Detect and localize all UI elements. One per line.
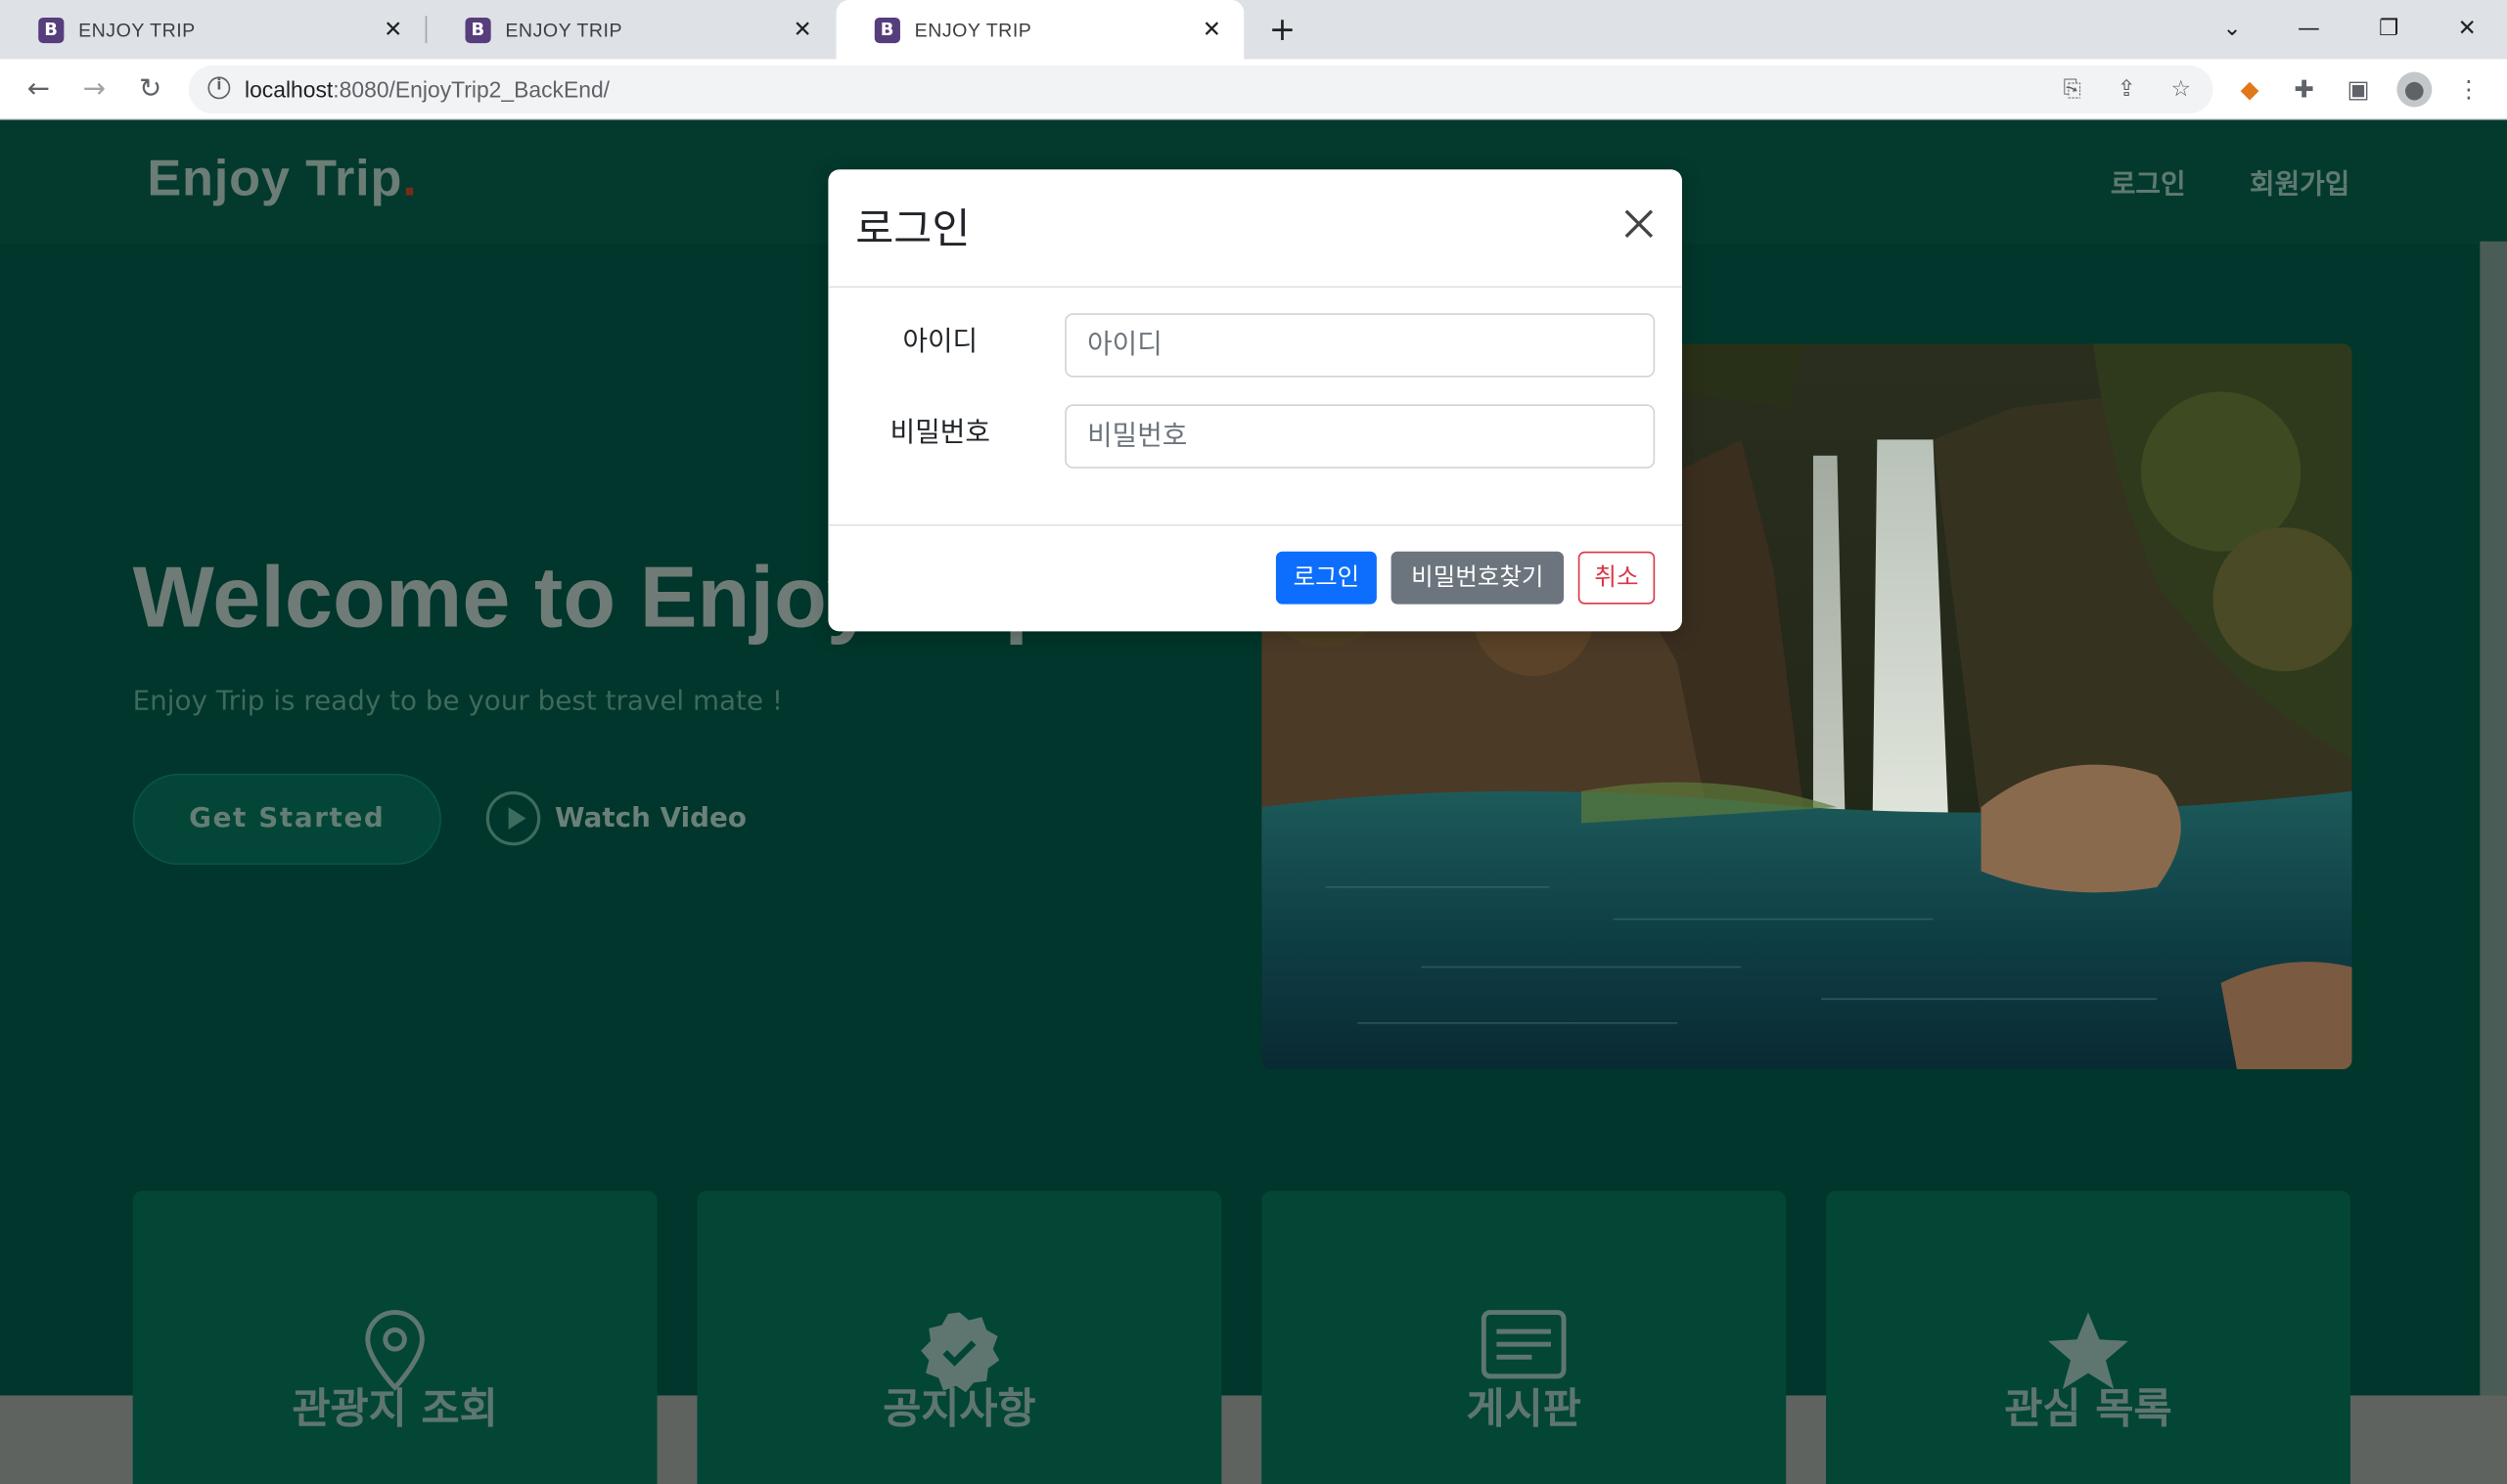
play-circle-icon [485,790,541,846]
cancel-button[interactable]: 취소 [1577,551,1656,605]
card-board[interactable]: 게시판 [1261,1191,1787,1484]
back-arrow-icon[interactable]: ← [20,70,58,109]
logo-text: Enjoy Trip [147,148,403,206]
share-icon[interactable]: ⇪ [2111,73,2143,106]
metamask-fox-icon[interactable]: ◆ [2232,72,2267,108]
restore-icon[interactable]: ❐ [2370,10,2408,48]
forward-arrow-icon[interactable]: → [75,70,114,109]
board-icon [1481,1309,1567,1385]
address-bar[interactable]: i localhost:8080/EnjoyTrip2_BackEnd/ ⎘ ⇪… [188,65,2213,114]
browser-tab-3-active[interactable]: B ENJOY TRIP ✕ [836,0,1245,60]
bookmark-star-icon[interactable]: ☆ [2165,73,2197,106]
bootstrap-favicon-icon: B [465,17,491,43]
modal-header-divider [828,286,1682,289]
hero-subtitle: Enjoy Trip is ready to be your best trav… [132,685,784,718]
card-notice[interactable]: 공지사항 [697,1191,1222,1484]
id-input[interactable] [1065,313,1656,378]
tab-strip: B ENJOY TRIP ✕ B ENJOY TRIP ✕ B ENJOY TR… [0,0,2507,60]
browser-toolbar: ← → ↻ i localhost:8080/EnjoyTrip2_BackEn… [0,59,2507,120]
card-label: 공지사항 [883,1385,1036,1434]
card-label: 관심 목록 [2004,1385,2172,1434]
browser-tab-1[interactable]: B ENJOY TRIP ✕ [0,0,426,59]
bootstrap-favicon-icon: B [38,17,65,43]
watch-video-label: Watch Video [554,802,747,834]
id-label: 아이디 [902,326,979,359]
card-label: 게시판 [1466,1385,1581,1434]
url-path: :8080/EnjoyTrip2_BackEnd/ [333,76,611,103]
find-password-button[interactable]: 비밀번호찾기 [1390,551,1565,605]
login-button[interactable]: 로그인 [1275,551,1377,605]
nav-login-link[interactable]: 로그인 [2111,161,2186,202]
side-panel-icon[interactable]: ▣ [2341,72,2376,108]
url-text[interactable]: localhost:8080/EnjoyTrip2_BackEnd/ [245,76,610,102]
card-label: 관광지 조회 [292,1385,498,1434]
password-label: 비밀번호 [889,417,990,450]
logo-dot: . [402,148,418,206]
tab-title: ENJOY TRIP [914,18,1032,41]
card-attractions[interactable]: 관광지 조회 [132,1191,658,1484]
watch-video-link[interactable]: Watch Video [485,790,747,846]
close-window-icon[interactable]: ✕ [2448,10,2486,48]
card-favorites[interactable]: 관심 목록 [1826,1191,2350,1484]
translate-icon[interactable]: ⎘ [2056,73,2088,106]
nav-signup-link[interactable]: 회원가입 [2250,161,2349,202]
minimize-icon[interactable]: — [2290,10,2328,48]
menu-kebab-icon[interactable]: ⋮ [2451,72,2486,108]
modal-footer-divider [828,523,1682,526]
tab-search-chevron-icon[interactable]: ⌄ [2212,10,2251,48]
site-logo[interactable]: Enjoy Trip. [147,149,417,207]
profile-avatar-icon[interactable]: ● [2396,71,2433,108]
browser-tab-2[interactable]: B ENJOY TRIP ✕ [427,0,835,59]
get-started-button[interactable]: Get Started [132,773,441,865]
url-host: localhost [245,76,334,103]
tab-title: ENJOY TRIP [505,18,623,41]
login-modal: 로그인 아이디 비밀번호 로그인 비밀번호찾기 취소 [828,169,1682,632]
reload-icon[interactable]: ↻ [131,70,169,109]
close-tab-icon[interactable]: ✕ [381,16,406,43]
close-icon[interactable] [1621,206,1657,242]
close-tab-icon[interactable]: ✕ [790,16,815,43]
close-tab-icon[interactable]: ✕ [1200,16,1225,43]
new-tab-icon[interactable]: + [1263,10,1301,48]
site-info-icon[interactable]: i [207,76,231,100]
bootstrap-favicon-icon: B [874,17,900,43]
modal-title: 로그인 [855,205,971,254]
password-input[interactable] [1065,404,1656,469]
tab-title: ENJOY TRIP [78,18,196,41]
page-scrollbar[interactable] [2480,241,2507,1396]
extensions-puzzle-icon[interactable]: ✚ [2287,72,2322,108]
